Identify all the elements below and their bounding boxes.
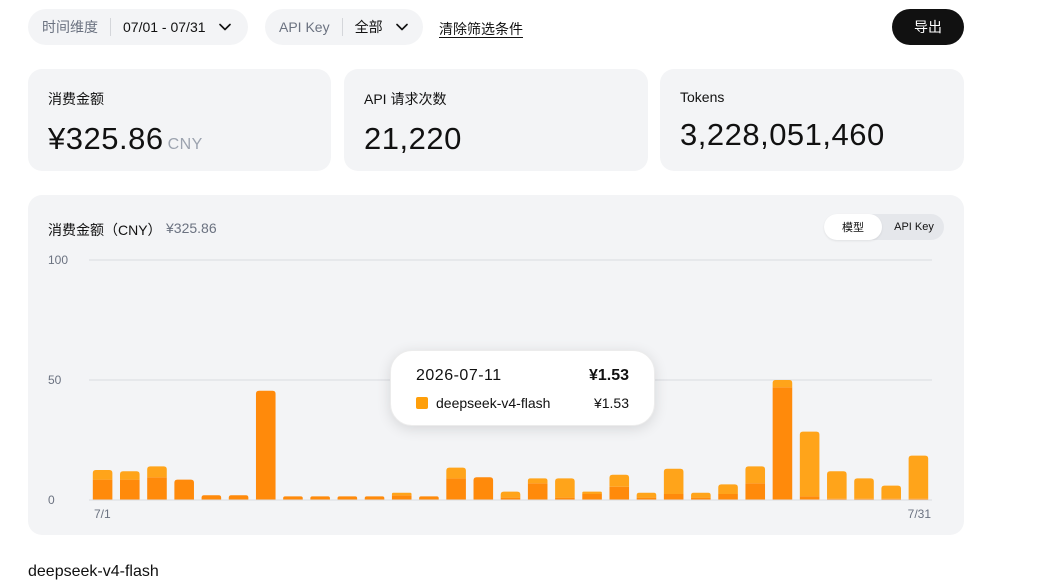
bar-segment-7/14 — [446, 478, 466, 500]
bar-segment-7/28 — [827, 471, 847, 499]
bar-segment-7/24 — [718, 494, 738, 500]
bar-segment-7/25 — [745, 483, 766, 500]
bar-segment-7/8 — [283, 496, 303, 500]
bar-segment-7/24 — [718, 484, 738, 494]
bar-segment-7/7 — [255, 390, 276, 500]
bar-segment-7/27 — [799, 431, 820, 497]
bar-segment-7/22 — [663, 494, 684, 500]
bar-segment-7/16 — [500, 491, 521, 498]
bar-segment-7/10 — [337, 496, 358, 500]
clear-filters-link[interactable]: 清除筛选条件 — [439, 19, 523, 39]
export-button[interactable]: 导出 — [892, 9, 964, 45]
bar-segment-7/17 — [527, 483, 548, 500]
divider — [341, 18, 343, 36]
x-tick-label: 7/1 — [94, 507, 111, 521]
bar-segment-7/27 — [799, 496, 820, 500]
bar-segment-7/15 — [473, 477, 494, 500]
tokens-card: Tokens 3,228,051,460 — [660, 69, 964, 171]
time-range-label: 时间维度 — [42, 19, 98, 35]
filter-bar: 时间维度 07/01 - 07/31 API Key 全部 清除筛选条件 导出 — [28, 9, 964, 45]
bar-segment-7/2 — [120, 471, 140, 480]
bar-segment-7/18 — [555, 478, 575, 498]
bar-segment-7/3 — [147, 477, 167, 500]
bar-segment-7/22 — [663, 468, 684, 494]
bar-segment-7/5 — [201, 495, 222, 500]
model-section-title: deepseek-v4-flash — [28, 563, 159, 580]
bar-segment-7/19 — [582, 491, 602, 494]
divider — [110, 18, 111, 36]
y-tick-label: 100 — [48, 253, 68, 267]
requests-card: API 请求次数 21,220 — [344, 69, 648, 171]
bar-segment-7/12 — [391, 495, 412, 500]
tooltip-date: 2026-07-11 — [416, 367, 502, 384]
bar-segment-7/4 — [174, 479, 194, 500]
bar-segment-7/29 — [854, 478, 874, 499]
bar-segment-7/13 — [419, 496, 439, 500]
bar-segment-7/1 — [92, 470, 113, 480]
tokens-card-value: 3,228,051,460 — [680, 117, 885, 152]
tooltip-value: ¥1.53 — [593, 395, 629, 411]
bar-segment-7/31 — [908, 455, 929, 499]
spend-card-value: ¥325.86 — [48, 121, 164, 156]
bar-segment-7/23 — [691, 492, 711, 498]
tooltip-series-swatch — [416, 397, 428, 409]
bar-segment-7/14 — [446, 467, 466, 479]
bar-segment-7/2 — [120, 479, 140, 500]
bar-segment-7/25 — [745, 466, 766, 484]
bar-segment-7/20 — [609, 474, 630, 487]
x-tick-label: 7/31 — [908, 507, 932, 521]
y-tick-label: 50 — [48, 373, 62, 387]
chevron-down-icon — [395, 20, 409, 34]
bar-segment-7/6 — [228, 495, 249, 500]
time-range-value: 07/01 - 07/31 — [123, 19, 206, 35]
spend-card-value-row: ¥325.86 CNY — [48, 121, 311, 157]
bar-segment-7/11 — [364, 496, 385, 500]
bar-segment-7/21 — [636, 492, 657, 498]
bar-segment-7/19 — [582, 494, 602, 500]
bar-segment-7/9 — [310, 496, 330, 500]
bar-segment-7/17 — [527, 478, 548, 484]
spend-card-title: 消费金额 — [48, 91, 104, 107]
requests-card-value: 21,220 — [364, 121, 462, 156]
bar-segment-7/26 — [772, 387, 793, 500]
time-range-select[interactable]: 时间维度 07/01 - 07/31 — [28, 9, 248, 45]
bar-segment-7/30 — [881, 485, 901, 499]
chevron-down-icon — [218, 20, 232, 34]
bar-segment-7/12 — [391, 492, 412, 496]
api-key-value: 全部 — [354, 19, 383, 35]
api-key-label: API Key — [279, 19, 330, 35]
bar-segment-7/20 — [609, 486, 630, 500]
tokens-card-title: Tokens — [680, 89, 725, 105]
chart-tooltip: 2026-07-11 ¥1.53 deepseek-v4-flash ¥1.53 — [390, 350, 655, 426]
tooltip-total: ¥1.53 — [588, 367, 629, 384]
bar-segment-7/3 — [147, 466, 167, 478]
bar-segment-7/1 — [92, 479, 113, 500]
tooltip-model: deepseek-v4-flash — [436, 395, 551, 411]
spend-card-unit: CNY — [167, 136, 203, 153]
spend-card: 消费金额 ¥325.86 CNY — [28, 69, 331, 171]
requests-card-title: API 请求次数 — [364, 91, 447, 107]
bar-segment-7/26 — [772, 380, 793, 388]
y-tick-label: 0 — [48, 493, 55, 507]
api-key-select[interactable]: API Key 全部 — [265, 9, 423, 45]
